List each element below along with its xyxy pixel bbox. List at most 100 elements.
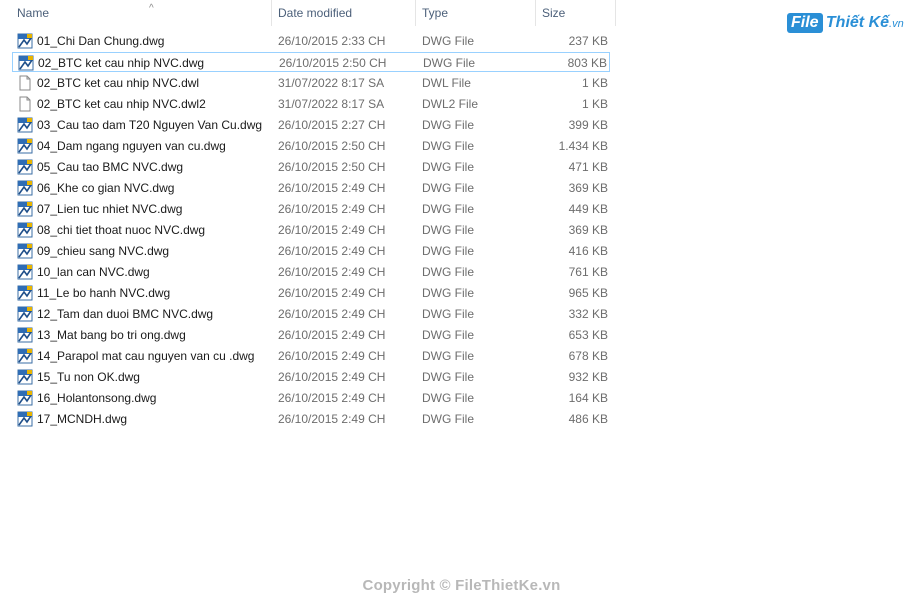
file-type: DWG File: [422, 307, 474, 321]
file-date-modified: 31/07/2022 8:17 SA: [278, 97, 385, 111]
file-row[interactable]: 13_Mat bang bo tri ong.dwg 26/10/2015 2:4…: [12, 325, 610, 345]
file-date-modified: 26/10/2015 2:50 CH: [278, 160, 386, 174]
file-row[interactable]: 02_BTC ket cau nhip NVC.dwl 31/07/2022 8:…: [12, 73, 610, 93]
dwg-file-icon: [17, 348, 33, 364]
file-type: DWG File: [422, 265, 474, 279]
file-row[interactable]: 07_Lien tuc nhiet NVC.dwg 26/10/2015 2:49…: [12, 199, 610, 219]
file-type: DWG File: [422, 328, 474, 342]
file-row[interactable]: 09_chieu sang NVC.dwg 26/10/2015 2:49 CH D…: [12, 241, 610, 261]
dwg-file-icon: [17, 159, 33, 175]
file-name: 17_MCNDH.dwg: [37, 412, 128, 426]
file-name: 14_Parapol mat cau nguyen van cu .dwg: [37, 349, 255, 363]
file-row[interactable]: 08_chi tiet thoat nuoc NVC.dwg 26/10/2015…: [12, 220, 610, 240]
sort-ascending-icon: ^: [149, 3, 154, 14]
dwg-file-icon: [17, 411, 33, 427]
file-size: 486 KB: [568, 412, 608, 426]
file-row[interactable]: 16_Holantonsong.dwg 26/10/2015 2:49 CH DWG…: [12, 388, 610, 408]
file-row[interactable]: 02_BTC ket cau nhip NVC.dwg 26/10/2015 2:…: [12, 52, 610, 72]
file-size: 653 KB: [568, 328, 608, 342]
blank-file-icon: [17, 96, 33, 112]
file-name: 04_Dam ngang nguyen van cu.dwg: [37, 139, 226, 153]
file-size: 369 KB: [568, 181, 608, 195]
file-row[interactable]: 17_MCNDH.dwg 26/10/2015 2:49 CH DWG File 48…: [12, 409, 610, 429]
dwg-file-icon: [17, 180, 33, 196]
file-name: 01_Chi Dan Chung.dwg: [37, 34, 165, 48]
file-size: 761 KB: [568, 265, 608, 279]
file-date-modified: 26/10/2015 2:49 CH: [278, 328, 386, 342]
file-type: DWL2 File: [422, 97, 479, 111]
file-date-modified: 26/10/2015 2:49 CH: [278, 307, 386, 321]
filethietke-logo: File Thiết Kế.vn: [787, 13, 904, 39]
file-name: 08_chi tiet thoat nuoc NVC.dwg: [37, 223, 206, 237]
file-row[interactable]: 10_lan can NVC.dwg 26/10/2015 2:49 CH DWG …: [12, 262, 610, 282]
logo-file-text: File: [787, 13, 823, 33]
column-header-date-modified[interactable]: Date modified: [272, 0, 416, 26]
file-size: 399 KB: [568, 118, 608, 132]
file-type: DWG File: [422, 244, 474, 258]
file-date-modified: 26/10/2015 2:49 CH: [278, 370, 386, 384]
file-date-modified: 26/10/2015 2:49 CH: [278, 391, 386, 405]
column-header-size[interactable]: Size: [536, 0, 616, 26]
file-type: DWG File: [422, 223, 474, 237]
dwg-file-icon: [17, 243, 33, 259]
file-date-modified: 26/10/2015 2:49 CH: [278, 244, 386, 258]
file-type: DWG File: [422, 34, 474, 48]
file-name: 02_BTC ket cau nhip NVC.dwl2: [37, 97, 206, 111]
file-type: DWG File: [422, 391, 474, 405]
file-date-modified: 26/10/2015 2:33 CH: [278, 34, 386, 48]
file-type: DWG File: [423, 56, 475, 70]
file-row[interactable]: 14_Parapol mat cau nguyen van cu .dwg 26/…: [12, 346, 610, 366]
file-row[interactable]: 11_Le bo hanh NVC.dwg 26/10/2015 2:49 CH D…: [12, 283, 610, 303]
file-type: DWG File: [422, 181, 474, 195]
file-name: 07_Lien tuc nhiet NVC.dwg: [37, 202, 183, 216]
file-row[interactable]: 03_Cau tao dam T20 Nguyen Van Cu.dwg 26/1…: [12, 115, 610, 135]
column-header-name[interactable]: Name ^: [11, 0, 272, 26]
file-row[interactable]: 05_Cau tao BMC NVC.dwg 26/10/2015 2:50 CH…: [12, 157, 610, 177]
file-type: DWG File: [422, 160, 474, 174]
blank-file-icon: [17, 75, 33, 91]
file-size: 932 KB: [568, 370, 608, 384]
file-size: 449 KB: [568, 202, 608, 216]
dwg-file-icon: [17, 390, 33, 406]
file-size: 332 KB: [568, 307, 608, 321]
file-type: DWG File: [422, 349, 474, 363]
file-size: 1 KB: [581, 97, 608, 111]
file-date-modified: 26/10/2015 2:49 CH: [278, 181, 386, 195]
file-type: DWL File: [422, 76, 471, 90]
dwg-file-icon: [17, 201, 33, 217]
file-name: 09_chieu sang NVC.dwg: [37, 244, 170, 258]
copyright-watermark: Copyright © FileThietKe.vn: [362, 577, 561, 594]
file-row[interactable]: 04_Dam ngang nguyen van cu.dwg 26/10/2015…: [12, 136, 610, 156]
file-type: DWG File: [422, 118, 474, 132]
file-size: 1.434 KB: [558, 139, 608, 153]
file-row[interactable]: 02_BTC ket cau nhip NVC.dwl2 31/07/2022 8…: [12, 94, 610, 114]
file-size: 471 KB: [568, 160, 608, 174]
file-row[interactable]: 06_Khe co gian NVC.dwg 26/10/2015 2:49 CH…: [12, 178, 610, 198]
file-name: 10_lan can NVC.dwg: [37, 265, 150, 279]
file-size: 965 KB: [568, 286, 608, 300]
logo-tld-text: .vn: [889, 18, 904, 30]
column-header-date-label: Date modified: [278, 6, 353, 20]
file-name: 13_Mat bang bo tri ong.dwg: [37, 328, 186, 342]
file-row[interactable]: 12_Tam dan duoi BMC NVC.dwg 26/10/2015 2:…: [12, 304, 610, 324]
file-size: 416 KB: [568, 244, 608, 258]
dwg-file-icon: [17, 327, 33, 343]
file-size: 164 KB: [568, 391, 608, 405]
file-date-modified: 26/10/2015 2:49 CH: [278, 265, 386, 279]
file-name: 02_BTC ket cau nhip NVC.dwg: [38, 56, 205, 70]
file-name: 05_Cau tao BMC NVC.dwg: [37, 160, 184, 174]
file-row[interactable]: 15_Tu non OK.dwg 26/10/2015 2:49 CH DWG Fi…: [12, 367, 610, 387]
file-type: DWG File: [422, 139, 474, 153]
column-header-name-label: Name: [17, 6, 50, 20]
dwg-file-icon: [17, 306, 33, 322]
file-name: 11_Le bo hanh NVC.dwg: [37, 286, 171, 300]
dwg-file-icon: [18, 55, 34, 71]
dwg-file-icon: [17, 117, 33, 133]
file-date-modified: 26/10/2015 2:50 CH: [279, 56, 387, 70]
column-header-size-label: Size: [542, 6, 566, 20]
file-row[interactable]: 01_Chi Dan Chung.dwg 26/10/2015 2:33 CH DW…: [12, 31, 610, 51]
dwg-file-icon: [17, 264, 33, 280]
column-header-type[interactable]: Type: [416, 0, 536, 26]
dwg-file-icon: [17, 285, 33, 301]
file-size: 237 KB: [568, 34, 608, 48]
